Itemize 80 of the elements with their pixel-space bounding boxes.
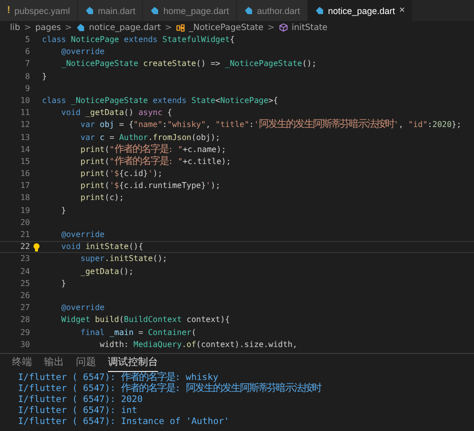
line-number: 30 xyxy=(19,338,30,351)
lightbulb-icon[interactable] xyxy=(32,242,40,252)
editor-tab[interactable]: notice_page.dart × xyxy=(308,0,413,21)
line-number: 10 xyxy=(19,94,30,107)
line-number: 12 xyxy=(19,119,30,132)
code-line: } xyxy=(60,278,66,290)
line-number: 25 xyxy=(19,278,30,290)
line-number: 5 xyxy=(24,34,30,46)
code-line: var obj = {"name":"whisky", "title":'阿发生的发生阿斯蒂芬暗示法按时', "id":2020}; xyxy=(80,119,462,132)
dart-icon xyxy=(244,6,253,15)
console-line: I/flutter ( 6547): int xyxy=(18,406,138,417)
code-line: width: MediaQuery.of(context).size.width, xyxy=(98,338,298,351)
line-number: 29 xyxy=(19,326,30,338)
breadcrumb-item[interactable]: notice_page.dart xyxy=(89,22,161,32)
breadcrumb-item[interactable]: pages xyxy=(35,22,61,32)
class-icon xyxy=(176,24,185,32)
chevron-icon: > xyxy=(24,22,32,32)
code-line: @override xyxy=(60,302,105,314)
code-line: class NoticePage extends StatefulWidget{ xyxy=(42,34,235,46)
breadcrumb-item[interactable]: lib xyxy=(10,22,20,32)
line-number: 17 xyxy=(19,180,30,192)
editor-tab[interactable]: ! pubspec.yaml xyxy=(0,0,78,21)
chevron-icon: > xyxy=(64,22,72,32)
code-line: print("作者的名字是: "+c.title); xyxy=(80,156,231,168)
code-line: print('${c.id}'); xyxy=(80,168,162,180)
line-number: 28 xyxy=(19,314,30,326)
line-number: 27 xyxy=(19,302,30,314)
code-line: _NoticePageState createState() => _NoticePageState(); xyxy=(60,58,317,70)
code-line: final _main = Container( xyxy=(80,326,196,339)
exclamation-icon: ! xyxy=(7,5,10,16)
line-number: 6 xyxy=(24,46,30,58)
code-line: Widget build(BuildContext context){ xyxy=(60,314,230,326)
line-number: 7 xyxy=(24,58,30,70)
line-number: 24 xyxy=(19,266,30,278)
code-line: @override xyxy=(60,46,105,58)
cube-icon xyxy=(278,23,288,32)
chevron-icon: > xyxy=(267,22,275,32)
close-icon[interactable]: × xyxy=(399,5,405,16)
line-number: 15 xyxy=(19,156,30,168)
breadcrumb-item[interactable]: initState xyxy=(292,22,328,32)
console-line: I/flutter ( 6547): Instance of 'Author' xyxy=(18,417,230,429)
console-line: I/flutter ( 6547): 作者的名字是: whisky xyxy=(18,372,220,383)
code-line: super.initState(); xyxy=(80,253,168,266)
line-number: 19 xyxy=(19,204,30,217)
line-number: 9 xyxy=(24,82,30,95)
line-number: 26 xyxy=(19,290,30,302)
line-number: 22 xyxy=(19,241,30,254)
code-line: } xyxy=(60,204,66,217)
code-line: class _NoticePageState extends State<NoticePage>{ xyxy=(42,94,278,107)
editor-tab[interactable]: main.dart xyxy=(78,0,144,21)
dart-icon xyxy=(150,6,160,15)
console-line: I/flutter ( 6547): 2020 xyxy=(18,394,144,406)
code-line: } xyxy=(42,70,47,83)
line-number: 20 xyxy=(19,216,30,229)
code-line: print('${c.id.runtimeType}'); xyxy=(80,180,220,192)
line-number: 13 xyxy=(19,132,30,144)
panel-tab[interactable]: 输出 xyxy=(44,356,64,372)
console-line: I/flutter ( 6547): 作者的名字是: 阿发生的发生阿斯蒂芬暗示法按时 xyxy=(18,383,322,395)
editor-tab[interactable]: author.dart xyxy=(236,0,308,21)
line-number: 16 xyxy=(19,168,30,180)
code-line: void initState(){ xyxy=(60,241,144,254)
panel-tab[interactable]: 问题 xyxy=(76,356,96,372)
line-number: 8 xyxy=(24,70,30,83)
panel-tab[interactable]: 调试控制台 xyxy=(108,356,158,372)
code-line: void _getData() async { xyxy=(60,107,172,120)
breadcrumb-item[interactable]: _NoticePageState xyxy=(188,22,264,32)
code-line: print(c); xyxy=(80,192,124,204)
code-line: _getData(); xyxy=(80,266,134,278)
code-line: var c = Author.fromJson(obj); xyxy=(80,132,220,144)
line-number: 18 xyxy=(19,192,30,204)
line-number: 14 xyxy=(19,144,30,156)
panel-tab[interactable]: 终端 xyxy=(12,356,32,372)
chevron-icon: > xyxy=(164,22,172,32)
code-line: @override xyxy=(60,229,105,241)
dart-icon xyxy=(315,6,324,15)
line-number: 11 xyxy=(19,107,30,120)
code-line: print("作者的名字是: "+c.name); xyxy=(80,144,226,156)
line-number: 23 xyxy=(19,253,30,266)
editor-tab[interactable]: home_page.dart xyxy=(143,0,237,21)
line-number: 21 xyxy=(19,229,30,241)
